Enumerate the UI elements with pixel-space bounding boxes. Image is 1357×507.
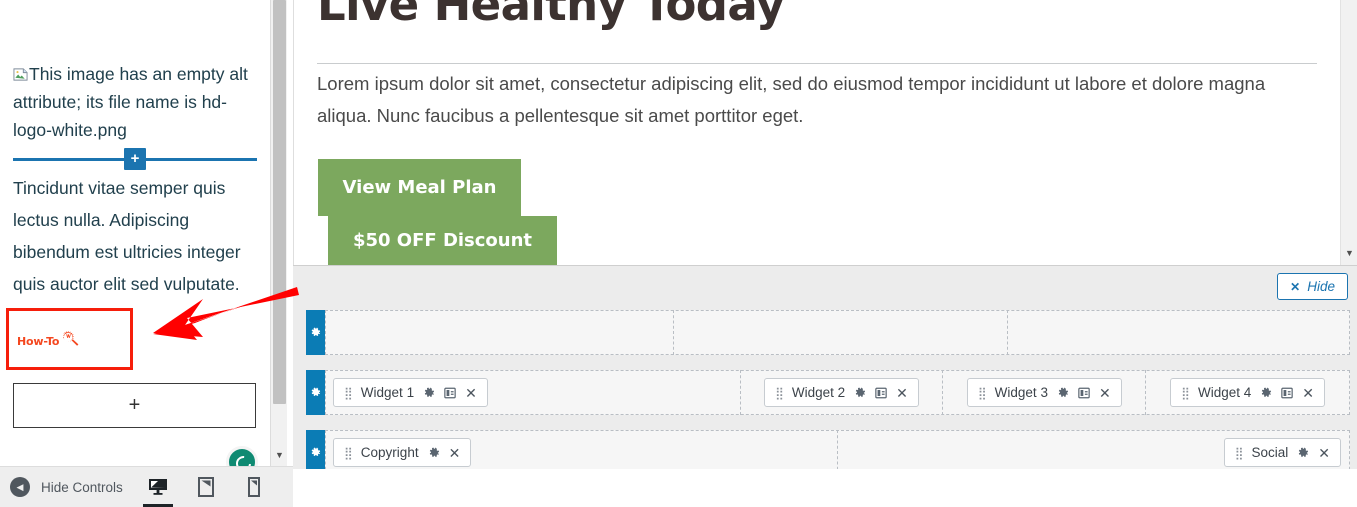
left-preview-pane: This image has an empty alt attribute; i… [0, 0, 270, 466]
site-preview-scrollbar[interactable]: ▼ [1340, 0, 1357, 265]
widget-chip[interactable]: ⣿ Widget 4 ✕ [1170, 378, 1325, 407]
hide-button[interactable]: ✕ Hide [1277, 273, 1348, 300]
widget-chip[interactable]: ⣿ Widget 1 ✕ [333, 378, 488, 407]
mobile-preview-icon[interactable] [241, 467, 267, 507]
howto-logo: How-To [17, 329, 82, 354]
title-divider [317, 63, 1317, 64]
scroll-down-arrow-icon[interactable]: ▼ [271, 450, 288, 460]
chevron-left-icon: ◀ [10, 477, 30, 497]
widget-chip-label: Widget 1 [360, 385, 415, 400]
left-pane-scrollbar-thumb[interactable] [273, 0, 286, 404]
widget-chip-label: Copyright [360, 445, 419, 460]
move-widget-icon[interactable] [875, 387, 887, 399]
gear-icon[interactable] [854, 387, 866, 399]
gear-icon[interactable] [1260, 387, 1272, 399]
device-preview-switcher [142, 467, 267, 507]
row-settings-handle[interactable] [306, 370, 325, 415]
tablet-preview-icon[interactable] [193, 467, 219, 507]
move-widget-icon[interactable] [444, 387, 456, 399]
highlighted-logo-box[interactable]: How-To [6, 308, 133, 370]
close-icon[interactable]: ✕ [449, 446, 461, 460]
bottom-filler [293, 469, 1357, 507]
widget-chip[interactable]: ⣿ Widget 2 ✕ [764, 378, 919, 407]
gear-icon[interactable] [428, 447, 440, 459]
editor-column[interactable]: ⣿ Widget 4 ✕ [1146, 370, 1349, 415]
gear-icon [311, 387, 321, 397]
body-copy-text: Tincidunt vitae semper quis lectus nulla… [13, 178, 241, 294]
chat-badge-inner [232, 452, 255, 466]
widget-chip[interactable]: ⣿ Widget 3 ✕ [966, 378, 1122, 407]
drag-handle-icon[interactable]: ⣿ [344, 387, 353, 399]
editor-row: ⣿ Widget 1 ✕ ⣿ Widget 2 ✕ ⣿ Widget 3 ✕ ⣿… [306, 370, 1350, 415]
broken-image-alt-block: This image has an empty alt attribute; i… [13, 60, 257, 144]
gear-icon [311, 327, 321, 337]
editor-column[interactable]: ⣿ Widget 3 ✕ [943, 370, 1147, 415]
alt-text: This image has an empty alt attribute; i… [13, 64, 248, 140]
hide-controls-button[interactable]: ◀ Hide Controls [10, 477, 123, 497]
close-icon[interactable]: ✕ [1099, 386, 1111, 400]
close-icon[interactable]: ✕ [1318, 446, 1330, 460]
footer-widget-editor: ✕ Hide ⣿ Widget 1 ✕ ⣿ Widget 2 ✕ ⣿ Widge… [293, 265, 1357, 475]
drag-handle-icon[interactable]: ⣿ [344, 447, 353, 459]
widget-chip-label: Social [1251, 445, 1289, 460]
close-icon[interactable]: ✕ [1302, 386, 1314, 400]
close-icon[interactable]: ✕ [465, 386, 477, 400]
widget-chip-label: Widget 4 [1197, 385, 1252, 400]
editor-column[interactable] [674, 310, 1008, 355]
drag-handle-icon[interactable]: ⣿ [1235, 447, 1244, 459]
close-icon[interactable]: ✕ [896, 386, 908, 400]
drag-handle-icon[interactable]: ⣿ [775, 387, 784, 399]
page-title: Live Healthy Today [317, 0, 785, 31]
hide-button-label: Hide [1307, 279, 1335, 294]
left-pane-scrollbar[interactable]: ▼ [270, 0, 287, 466]
widget-chip-label: Widget 3 [994, 385, 1048, 400]
row-columns: ⣿ Widget 1 ✕ ⣿ Widget 2 ✕ ⣿ Widget 3 ✕ ⣿… [325, 370, 1350, 415]
add-element-button[interactable]: + [124, 148, 146, 170]
view-meal-plan-button[interactable]: View Meal Plan [318, 159, 521, 216]
widget-chip-label: Widget 2 [791, 385, 846, 400]
move-widget-icon[interactable] [1078, 387, 1090, 399]
gear-icon[interactable] [1297, 447, 1309, 459]
gear-icon[interactable] [1057, 387, 1069, 399]
site-preview: Live Healthy Today Lorem ipsum dolor sit… [293, 0, 1340, 265]
site-scroll-down-arrow-icon[interactable]: ▼ [1341, 248, 1357, 258]
widget-chip[interactable]: ⣿ Copyright ✕ [333, 438, 472, 467]
magnifier-wordpress-icon [60, 329, 82, 354]
add-section-button[interactable]: + [13, 383, 256, 428]
gear-icon[interactable] [423, 387, 435, 399]
editor-column[interactable] [326, 310, 674, 355]
editor-row [306, 310, 1350, 355]
customizer-bottom-bar: ◀ Hide Controls [0, 466, 293, 507]
hero-paragraph: Lorem ipsum dolor sit amet, consectetur … [317, 73, 1266, 126]
close-icon: ✕ [1290, 279, 1301, 294]
desktop-preview-icon[interactable] [142, 467, 173, 507]
row-columns [325, 310, 1350, 355]
editor-column[interactable]: ⣿ Widget 2 ✕ [741, 370, 944, 415]
widget-chip[interactable]: ⣿ Social ✕ [1223, 438, 1341, 467]
discount-button[interactable]: $50 OFF Discount [328, 216, 557, 265]
broken-image-icon [13, 67, 28, 82]
gear-icon [311, 447, 321, 457]
divider-with-add-control: + [13, 148, 257, 170]
chat-badge-icon[interactable] [226, 446, 258, 466]
move-widget-icon[interactable] [1281, 387, 1293, 399]
howto-logo-label: How-To [17, 335, 60, 348]
editor-column[interactable] [1008, 310, 1349, 355]
editor-column[interactable]: ⣿ Widget 1 ✕ [326, 370, 741, 415]
drag-handle-icon[interactable]: ⣿ [1181, 387, 1190, 399]
drag-handle-icon[interactable]: ⣿ [978, 387, 987, 399]
hide-controls-label: Hide Controls [41, 479, 123, 495]
row-settings-handle[interactable] [306, 310, 325, 355]
